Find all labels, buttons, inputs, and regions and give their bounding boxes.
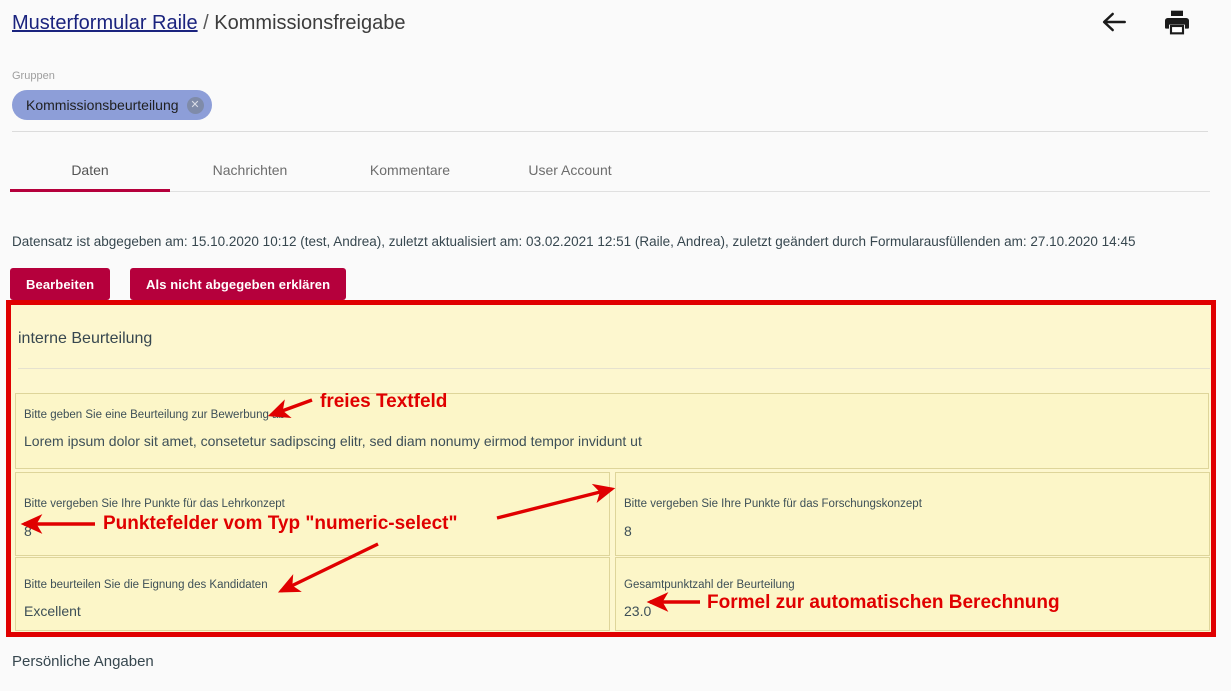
tab-nachrichten[interactable]: Nachrichten — [170, 150, 330, 190]
field-punkte-lehrkonzept[interactable]: Bitte vergeben Sie Ihre Punkte für das L… — [15, 472, 610, 556]
tab-kommentare[interactable]: Kommentare — [330, 150, 490, 190]
tab-bar-underline — [10, 191, 1210, 192]
arrow-left-icon[interactable] — [1098, 6, 1130, 38]
breadcrumb-current: Kommissionsfreigabe — [214, 12, 406, 34]
app-header: Musterformular Raile / Kommissionsfreiga… — [0, 0, 1231, 58]
close-circle-icon[interactable]: ✕ — [186, 96, 204, 114]
field-gesamtpunktzahl[interactable]: Gesamtpunktzahl der Beurteilung 23.0 — [615, 557, 1210, 631]
tab-active-indicator — [10, 189, 170, 192]
field-punkte-forschungskonzept[interactable]: Bitte vergeben Sie Ihre Punkte für das F… — [615, 472, 1210, 556]
field-value: 8 — [624, 523, 632, 539]
edit-button[interactable]: Bearbeiten — [10, 268, 111, 300]
breadcrumb-link-form[interactable]: Musterformular Raile — [12, 12, 198, 34]
declare-not-submitted-button[interactable]: Als nicht abgegeben erklären — [130, 268, 347, 300]
breadcrumb: Musterformular Raile / Kommissionsfreiga… — [12, 12, 406, 35]
form-section-header: interne Beurteilung — [12, 306, 1210, 369]
field-label: Bitte vergeben Sie Ihre Punkte für das F… — [624, 498, 922, 510]
field-label: Gesamtpunktzahl der Beurteilung — [624, 579, 795, 591]
field-label: Bitte geben Sie eine Beurteilung zur Bew… — [24, 409, 285, 421]
tab-bar: Daten Nachrichten Kommentare User Accoun… — [10, 150, 1210, 192]
next-section-title: Persönliche Angaben — [12, 653, 154, 670]
tab-user-account[interactable]: User Account — [490, 150, 650, 190]
breadcrumb-separator: / — [203, 12, 209, 34]
form-section-title: interne Beurteilung — [18, 330, 153, 347]
field-value: 23.0 — [624, 603, 652, 619]
group-chip-kommissionsbeurteilung[interactable]: Kommissionsbeurteilung ✕ — [12, 90, 212, 120]
groups-label: Gruppen — [12, 70, 55, 82]
field-eignung-kandidat[interactable]: Bitte beurteilen Sie die Eignung des Kan… — [15, 557, 610, 631]
field-label: Bitte vergeben Sie Ihre Punkte für das L… — [24, 498, 285, 510]
field-beurteilung-text[interactable]: Bitte geben Sie eine Beurteilung zur Bew… — [15, 393, 1209, 469]
field-value: Lorem ipsum dolor sit amet, consetetur s… — [24, 433, 642, 449]
field-value: Excellent — [24, 603, 81, 619]
groups-divider — [12, 131, 1208, 132]
field-label: Bitte beurteilen Sie die Eignung des Kan… — [24, 579, 268, 591]
printer-icon[interactable] — [1161, 6, 1193, 38]
form-card-list: interne Beurteilung Bitte geben Sie eine… — [11, 305, 1211, 632]
group-chip-label: Kommissionsbeurteilung — [26, 97, 179, 113]
form-data-panel: interne Beurteilung Bitte geben Sie eine… — [6, 300, 1216, 637]
tab-daten[interactable]: Daten — [10, 150, 170, 190]
field-value: 8 — [24, 523, 32, 539]
form-spacer-row — [12, 369, 1210, 391]
record-status-text: Datensatz ist abgegeben am: 15.10.2020 1… — [12, 234, 1136, 249]
